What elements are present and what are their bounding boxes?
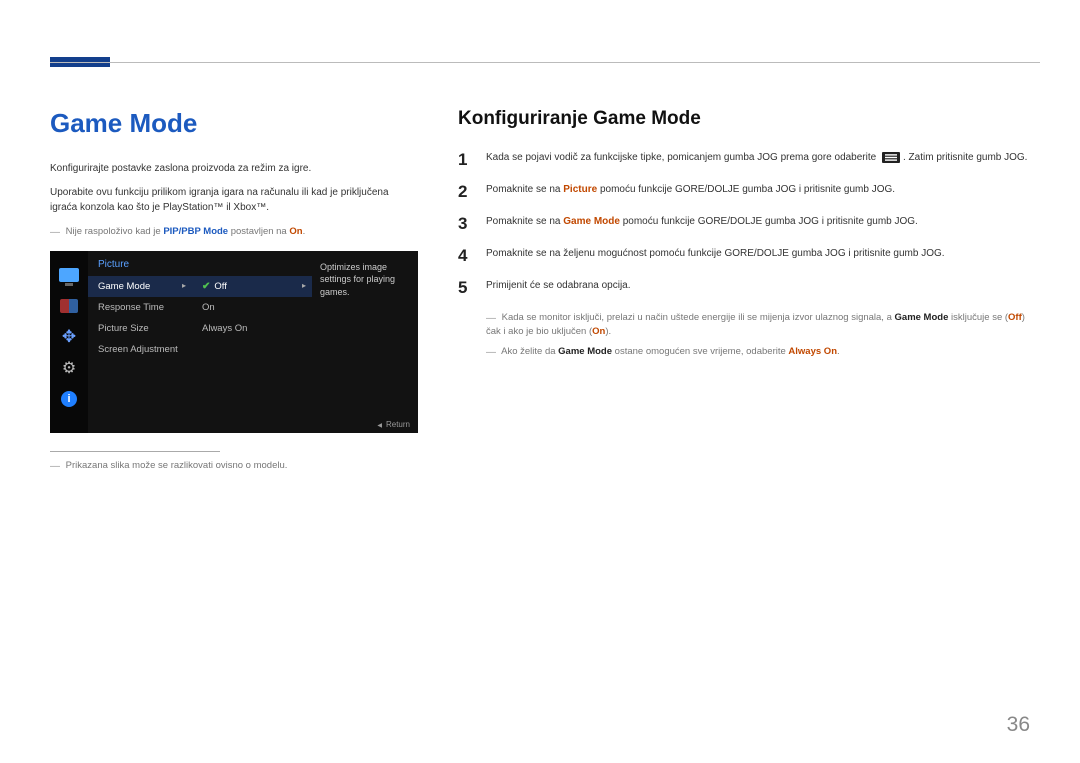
osd-options-spacer (192, 251, 312, 276)
step-text: Primijenit će se odabrana opcija. (486, 278, 1040, 294)
triangle-left-icon: ◀ (377, 423, 382, 429)
left-column: Game Mode Konfigurirajte postavke zaslon… (50, 108, 418, 473)
osd-return-hint: ◀Return (377, 420, 410, 429)
step-4: 4 Pomaknite se na željenu mogućnost pomo… (458, 246, 1040, 266)
osd-section-header: Picture (88, 251, 192, 276)
note-dash: ― (50, 461, 60, 472)
footnote-divider (50, 451, 220, 452)
step-number: 3 (458, 214, 470, 234)
step-5: 5 Primijenit će se odabrana opcija. (458, 278, 1040, 298)
page-title: Game Mode (50, 108, 418, 139)
page-content: Game Mode Konfigurirajte postavke zaslon… (50, 108, 1040, 473)
osd-option-off: ✔Off (192, 276, 312, 297)
page-number: 36 (1007, 713, 1030, 737)
availability-note: ― Nije raspoloživo kad je PIP/PBP Mode p… (50, 224, 418, 239)
section-title: Konfiguriranje Game Mode (458, 108, 1040, 130)
step-2: 2 Pomaknite se na Picture pomoću funkcij… (458, 182, 1040, 202)
image-caption-note: ― Prikazana slika može se razlikovati ov… (50, 458, 418, 473)
step-text: Pomaknite se na Game Mode pomoću funkcij… (486, 214, 1040, 230)
menu-icon (882, 152, 900, 163)
intro-paragraph-2: Uporabite ovu funkciju prilikom igranja … (50, 185, 418, 216)
note-dash: ― (50, 227, 60, 238)
check-icon: ✔ (202, 281, 210, 292)
header-divider (50, 62, 1040, 63)
step-text: Pomaknite se na željenu mogućnost pomoću… (486, 246, 1040, 262)
step-number: 1 (458, 150, 470, 170)
note-dash: ― (486, 313, 496, 324)
step-1: 1 Kada se pojavi vodič za funkcijske tip… (458, 150, 1040, 170)
osd-panel: Picture Game Mode Response Time Picture … (88, 251, 418, 433)
step-text: Pomaknite se na Picture pomoću funkcije … (486, 182, 1040, 198)
osd-menu-screen-adjustment: Screen Adjustment (88, 339, 192, 360)
osd-description: Optimizes image settings for playing gam… (312, 251, 418, 433)
trailing-notes: ― Kada se monitor isključi, prelazi u na… (458, 310, 1040, 359)
step-number: 2 (458, 182, 470, 202)
osd-option-on: On (192, 297, 312, 318)
gear-icon: ⚙ (57, 358, 81, 378)
osd-menu-game-mode: Game Mode (88, 276, 192, 297)
info-icon: i (57, 389, 81, 409)
move-icon: ✥ (57, 327, 81, 347)
step-number: 4 (458, 246, 470, 266)
osd-options-column: ✔Off On Always On (192, 251, 312, 433)
note-always-on: ― Ako želite da Game Mode ostane omoguće… (486, 344, 1040, 359)
osd-option-always-on: Always On (192, 318, 312, 339)
monitor-icon (57, 265, 81, 285)
osd-menu-picture-size: Picture Size (88, 318, 192, 339)
right-column: Konfiguriranje Game Mode 1 Kada se pojav… (458, 108, 1040, 473)
note-off-signal: ― Kada se monitor isključi, prelazi u na… (486, 310, 1040, 340)
steps-list: 1 Kada se pojavi vodič za funkcijske tip… (458, 150, 1040, 298)
note-dash: ― (486, 347, 496, 358)
intro-paragraph-1: Konfigurirajte postavke zaslona proizvod… (50, 161, 418, 177)
step-3: 3 Pomaknite se na Game Mode pomoću funkc… (458, 214, 1040, 234)
osd-menu-response-time: Response Time (88, 297, 192, 318)
pbp-icon (57, 296, 81, 316)
osd-sidebar-icons: ✥ ⚙ i (50, 251, 88, 433)
osd-screenshot: ✥ ⚙ i Picture Game Mode Response Time Pi… (50, 251, 418, 433)
step-text: Kada se pojavi vodič za funkcijske tipke… (486, 150, 1040, 166)
osd-menu-column: Picture Game Mode Response Time Picture … (88, 251, 192, 433)
step-number: 5 (458, 278, 470, 298)
